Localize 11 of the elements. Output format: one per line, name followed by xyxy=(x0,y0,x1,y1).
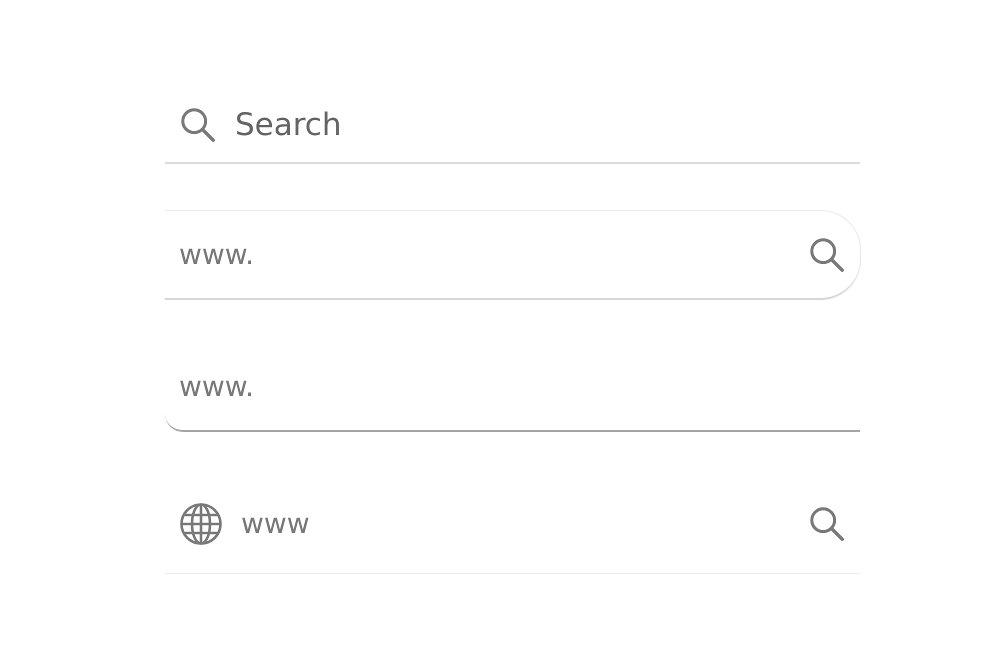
url-field[interactable]: www. xyxy=(179,370,846,402)
search-bar[interactable]: www. xyxy=(165,210,860,300)
url-bar[interactable]: www. xyxy=(165,342,860,432)
search-icon[interactable] xyxy=(179,106,217,144)
search-icon[interactable] xyxy=(808,236,846,274)
search-icon[interactable] xyxy=(808,504,846,542)
url-field[interactable]: www xyxy=(241,507,790,540)
globe-icon xyxy=(179,502,223,546)
search-bar[interactable]: Search xyxy=(165,88,860,164)
search-field[interactable]: Search xyxy=(235,107,846,143)
url-field[interactable]: www. xyxy=(179,238,790,271)
